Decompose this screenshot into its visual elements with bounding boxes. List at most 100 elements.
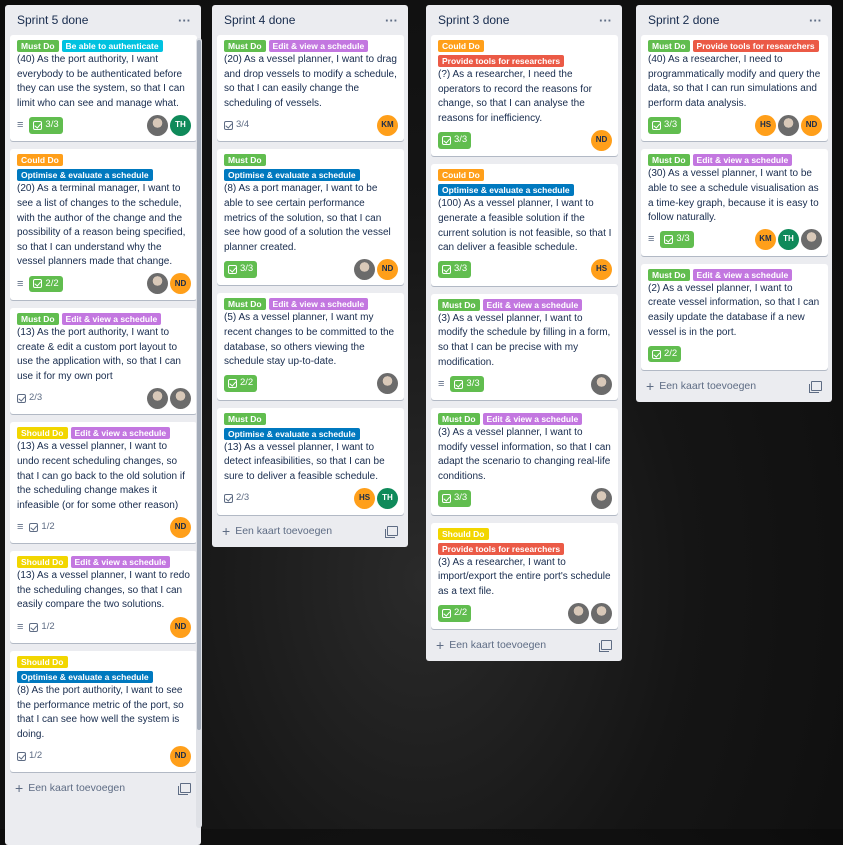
avatar[interactable]: KM	[755, 229, 776, 251]
label[interactable]: Must Do	[17, 40, 59, 52]
avatar[interactable]	[801, 229, 822, 251]
label[interactable]: Must Do	[224, 40, 266, 52]
card[interactable]: Should Do Optimise & evaluate a schedule(…	[10, 651, 197, 773]
list-menu-icon[interactable]: ···	[599, 13, 612, 28]
avatar[interactable]	[568, 602, 589, 624]
avatar[interactable]: HS	[354, 488, 375, 509]
label[interactable]: Edit & view a schedule	[692, 154, 793, 167]
avatar[interactable]: ND	[591, 129, 612, 151]
label[interactable]: Should Do	[438, 527, 489, 540]
label[interactable]: Could Do	[438, 40, 484, 52]
label[interactable]: Be able to authenticate	[61, 40, 163, 52]
template-icon[interactable]	[599, 640, 612, 653]
card[interactable]: Must Do Edit & view a schedule (13) As the…	[10, 307, 197, 415]
label[interactable]: Must Do	[648, 154, 690, 167]
card[interactable]: Should Do Edit & view a schedule (13) As a…	[10, 422, 197, 544]
label[interactable]: Must Do	[224, 154, 266, 167]
add-card-button[interactable]: + Een kaart toevoegen	[426, 629, 622, 661]
label[interactable]: Optimise & evaluate a schedule	[438, 184, 574, 197]
card[interactable]: Must Do Edit & view a schedule (30) As a v…	[641, 149, 828, 256]
label[interactable]: Edit & view a schedule	[482, 298, 583, 311]
label[interactable]: Must Do	[438, 298, 480, 311]
card[interactable]: Must Do Edit & view a schedule (3) As a ve…	[431, 293, 618, 401]
card[interactable]: Could Do Optimise & evaluate a schedule (2…	[10, 149, 197, 300]
avatar[interactable]: KM	[377, 114, 398, 136]
label[interactable]: Edit & view a schedule	[268, 40, 369, 52]
card[interactable]: Must Do Optimise & evaluate a schedule (13…	[217, 407, 404, 515]
label[interactable]: Edit & view a schedule	[268, 298, 369, 311]
label[interactable]: Could Do	[438, 169, 484, 182]
label[interactable]: Must Do	[224, 298, 266, 311]
template-icon[interactable]	[385, 525, 398, 538]
avatar[interactable]	[147, 114, 168, 136]
avatar[interactable]	[778, 114, 799, 136]
card[interactable]: Should Do Provide tools for researchers (3…	[431, 522, 618, 630]
label[interactable]: Provide tools for researchers	[438, 542, 565, 555]
avatar[interactable]	[354, 258, 375, 280]
scrollbar-thumb[interactable]	[197, 40, 201, 730]
avatar[interactable]	[591, 488, 612, 509]
list-title[interactable]: Sprint 4 done	[224, 13, 295, 27]
label[interactable]: Should Do	[17, 427, 68, 440]
label[interactable]: Must Do	[17, 312, 59, 325]
label[interactable]: Optimise & evaluate a schedule	[17, 671, 153, 684]
avatar[interactable]	[591, 602, 612, 624]
avatar[interactable]: ND	[170, 516, 191, 538]
list-title[interactable]: Sprint 2 done	[648, 13, 719, 27]
label[interactable]: Must Do	[224, 412, 266, 425]
list-menu-icon[interactable]: ···	[385, 13, 398, 28]
avatar[interactable]: ND	[801, 114, 822, 136]
template-icon[interactable]	[178, 783, 191, 796]
label[interactable]: Edit & view a schedule	[70, 427, 171, 440]
avatar[interactable]: TH	[778, 229, 799, 251]
card[interactable]: Must Do Edit & view a schedule (2) As a ve…	[641, 263, 828, 371]
card[interactable]: Must Do Edit & view a schedule (20) As a v…	[217, 35, 404, 142]
avatar[interactable]: TH	[377, 488, 398, 509]
label[interactable]: Optimise & evaluate a schedule	[224, 427, 360, 440]
list-title[interactable]: Sprint 5 done	[17, 13, 88, 27]
avatar[interactable]: TH	[170, 114, 191, 136]
label[interactable]: Could Do	[17, 154, 63, 167]
template-icon[interactable]	[809, 381, 822, 394]
avatar[interactable]	[147, 387, 168, 409]
card[interactable]: Could Do Optimise & evaluate a schedule (1…	[431, 164, 618, 286]
avatar[interactable]: ND	[170, 616, 191, 638]
card[interactable]: Must Do Provide tools for researchers (40)…	[641, 35, 828, 142]
card[interactable]: Should Do Edit & view a schedule (13) As a…	[10, 551, 197, 644]
card[interactable]: Must Do Edit & view a schedule (3) As a ve…	[431, 408, 618, 515]
list-title[interactable]: Sprint 3 done	[438, 13, 509, 27]
label[interactable]: Edit & view a schedule	[482, 413, 583, 426]
label[interactable]: Should Do	[17, 556, 68, 569]
card[interactable]: Must Do Optimise & evaluate a schedule (8)…	[217, 149, 404, 286]
add-card-button[interactable]: + Een kaart toevoegen	[636, 370, 832, 402]
card-members	[591, 373, 612, 395]
label[interactable]: Must Do	[438, 413, 480, 426]
label[interactable]: Edit & view a schedule	[61, 312, 162, 325]
avatar[interactable]: ND	[170, 745, 191, 767]
avatar[interactable]: ND	[170, 273, 191, 295]
label[interactable]: Provide tools for researchers	[692, 40, 819, 52]
label[interactable]: Should Do	[17, 656, 68, 669]
avatar[interactable]	[377, 373, 398, 395]
card-members: ND	[591, 129, 612, 151]
avatar[interactable]: HS	[755, 114, 776, 136]
label[interactable]: Provide tools for researchers	[438, 55, 565, 67]
label[interactable]: Optimise & evaluate a schedule	[17, 169, 153, 182]
add-card-button[interactable]: + Een kaart toevoegen	[5, 772, 201, 804]
card[interactable]: Could Do Provide tools for researchers (?)…	[431, 35, 618, 157]
label[interactable]: Edit & view a schedule	[70, 556, 171, 569]
label[interactable]: Optimise & evaluate a schedule	[224, 169, 360, 182]
label[interactable]: Must Do	[648, 268, 690, 281]
card[interactable]: Must Do Be able to authenticate (40) As th…	[10, 35, 197, 142]
add-card-button[interactable]: + Een kaart toevoegen	[212, 515, 408, 547]
label[interactable]: Edit & view a schedule	[692, 268, 793, 281]
list-menu-icon[interactable]: ···	[809, 13, 822, 28]
avatar[interactable]: HS	[591, 259, 612, 281]
avatar[interactable]	[591, 373, 612, 395]
label[interactable]: Must Do	[648, 40, 690, 52]
avatar[interactable]	[147, 273, 168, 295]
avatar[interactable]: ND	[377, 258, 398, 280]
card[interactable]: Must Do Edit & view a schedule (5) As a ve…	[217, 293, 404, 400]
list-menu-icon[interactable]: ···	[178, 13, 191, 28]
avatar[interactable]	[170, 387, 191, 409]
